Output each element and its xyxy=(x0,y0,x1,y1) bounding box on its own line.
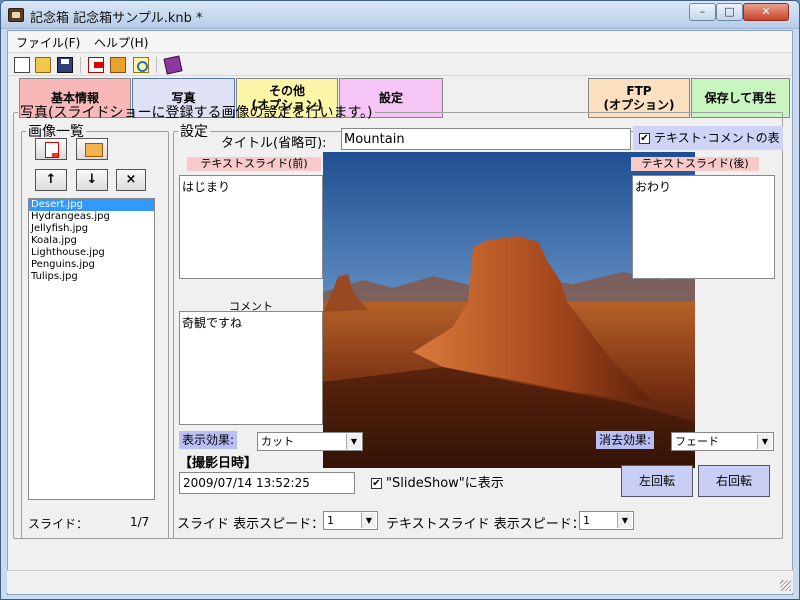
rotate-left-button[interactable]: 左回転 xyxy=(621,465,693,497)
move-down-button[interactable]: ↓ xyxy=(76,169,108,191)
title-input[interactable] xyxy=(341,128,631,150)
rotate-right-button[interactable]: 右回転 xyxy=(698,465,770,497)
resize-grip-icon[interactable] xyxy=(780,580,791,591)
slide-count: 1/7 xyxy=(130,515,150,529)
new-file-icon[interactable] xyxy=(14,57,30,73)
save-disk-icon[interactable] xyxy=(57,57,73,73)
title-bar[interactable]: 記念箱 記念箱サンプル.knb * – □ ✕ xyxy=(1,1,799,29)
show-text-comment-checkbox[interactable]: ✔テキスト･コメントの表示 xyxy=(633,126,783,169)
shoot-date-label: 【撮影日時】 xyxy=(179,456,258,471)
slide-speed-label: スライド 表示スピード： xyxy=(177,517,325,532)
text-slide-before-textarea[interactable]: はじまり xyxy=(179,175,323,279)
remove-effect-value: フェード xyxy=(675,435,719,448)
open-project-icon[interactable] xyxy=(110,57,126,73)
minimize-button[interactable]: – xyxy=(689,3,716,21)
add-image-button[interactable] xyxy=(35,138,67,160)
menu-file[interactable]: ファイル(F) xyxy=(16,34,80,51)
open-folder-icon[interactable] xyxy=(35,57,51,73)
slide-label: スライド： xyxy=(28,517,89,531)
display-effect-label: 表示効果: xyxy=(179,431,238,449)
menu-help[interactable]: ヘルプ(H) xyxy=(94,34,148,51)
checkbox-check-icon[interactable]: ✔ xyxy=(639,133,650,144)
status-bar xyxy=(7,570,793,593)
checkbox-check-icon[interactable]: ✔ xyxy=(371,478,382,489)
list-item[interactable]: Hydrangeas.jpg xyxy=(29,211,154,223)
shoot-date-field[interactable]: 2009/07/14 13:52:25 xyxy=(179,472,355,494)
close-button[interactable]: ✕ xyxy=(743,3,789,21)
chevron-down-icon[interactable]: ▼ xyxy=(346,434,361,449)
list-item[interactable]: Jellyfish.jpg xyxy=(29,223,154,235)
slide-speed-select[interactable]: 1 ▼ xyxy=(323,511,378,530)
remove-effect-label: 消去効果: xyxy=(596,431,655,449)
list-item[interactable]: Lighthouse.jpg xyxy=(29,247,154,259)
remove-effect-select[interactable]: フェード ▼ xyxy=(671,432,774,451)
chevron-down-icon[interactable]: ▼ xyxy=(361,513,376,528)
delete-image-button[interactable]: × xyxy=(116,169,146,191)
chevron-down-icon[interactable]: ▼ xyxy=(617,513,632,528)
list-item[interactable]: Koala.jpg xyxy=(29,235,154,247)
book-icon[interactable] xyxy=(163,55,183,75)
photo-section-legend: 写真(スライドショーに登録する画像の設定を行います。) xyxy=(20,105,373,121)
menu-bar: ファイル(F) ヘルプ(H) xyxy=(8,31,792,53)
text-slide-before-label: テキストスライド(前) xyxy=(187,157,321,171)
text-slide-speed-select[interactable]: 1 ▼ xyxy=(579,511,634,530)
text-slide-after-label: テキストスライド(後) xyxy=(631,157,759,171)
show-in-slideshow-checkbox[interactable]: ✔ "SlideShow"に表示 xyxy=(371,472,504,491)
window-title: 記念箱 記念箱サンプル.knb * xyxy=(30,11,203,26)
settings-legend: 設定 xyxy=(180,124,208,140)
toolbar-separator xyxy=(156,57,157,73)
search-image-icon[interactable] xyxy=(133,57,149,73)
display-effect-value: カット xyxy=(261,435,294,448)
toolbar-separator xyxy=(80,57,81,73)
show-in-slideshow-label: "SlideShow"に表示 xyxy=(386,476,504,491)
list-item[interactable]: Desert.jpg xyxy=(29,199,154,211)
import-icon[interactable] xyxy=(88,57,104,73)
list-item[interactable]: Penguins.jpg xyxy=(29,259,154,271)
move-up-button[interactable]: ↑ xyxy=(35,169,67,191)
text-slide-speed-label: テキストスライド 表示スピード： xyxy=(386,517,585,532)
title-label: タイトル(省略可): xyxy=(221,136,327,151)
text-slide-speed-value: 1 xyxy=(583,514,590,527)
app-window: 記念箱 記念箱サンプル.knb * – □ ✕ ファイル(F) ヘルプ(H) 基… xyxy=(0,0,800,600)
image-listbox[interactable]: Desert.jpg Hydrangeas.jpg Jellyfish.jpg … xyxy=(28,198,155,500)
comment-textarea[interactable]: 奇観ですね xyxy=(179,311,323,425)
display-effect-select[interactable]: カット ▼ xyxy=(257,432,363,451)
toolbar xyxy=(8,54,792,76)
chevron-down-icon[interactable]: ▼ xyxy=(757,434,772,449)
text-slide-after-textarea[interactable]: おわり xyxy=(632,175,775,279)
open-image-folder-button[interactable] xyxy=(76,138,108,160)
slide-speed-value: 1 xyxy=(327,514,334,527)
app-icon[interactable] xyxy=(8,8,24,22)
list-item[interactable]: Tulips.jpg xyxy=(29,271,154,283)
maximize-button[interactable]: □ xyxy=(716,3,743,21)
